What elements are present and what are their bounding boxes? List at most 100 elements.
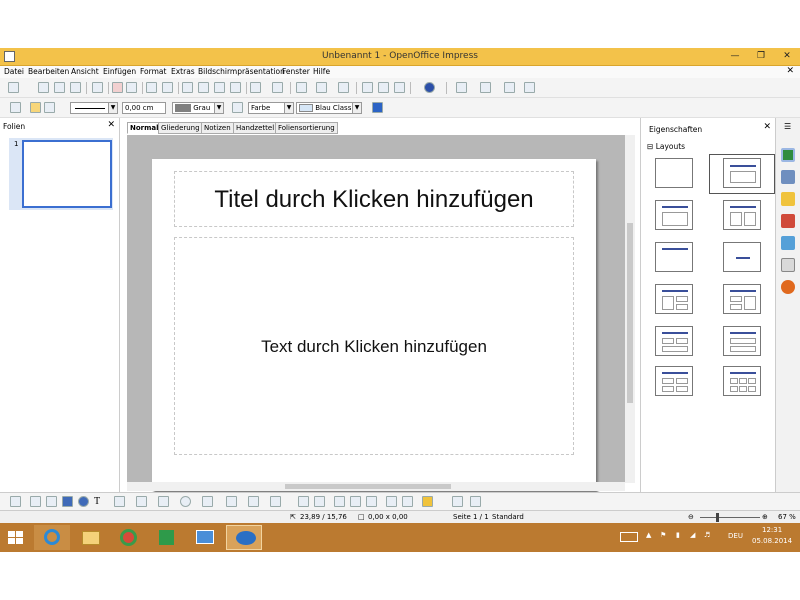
table-icon[interactable] bbox=[316, 82, 327, 93]
save-icon[interactable] bbox=[54, 82, 65, 93]
line-style-select[interactable]: ▼ bbox=[70, 102, 118, 114]
shadow-icon[interactable] bbox=[372, 102, 383, 113]
symbol-shapes-icon[interactable] bbox=[180, 496, 191, 507]
sidebar-menu-icon[interactable]: ☰ bbox=[784, 122, 791, 131]
internet-explorer-icon[interactable] bbox=[34, 525, 70, 550]
gallery-icon[interactable] bbox=[378, 82, 389, 93]
curve-icon[interactable] bbox=[114, 496, 125, 507]
interaction-icon[interactable] bbox=[470, 496, 481, 507]
custom-animation-icon[interactable] bbox=[781, 192, 795, 206]
scrollbar-thumb[interactable] bbox=[285, 484, 451, 489]
export-pdf-icon[interactable] bbox=[112, 82, 123, 93]
input-language[interactable]: DEU bbox=[728, 532, 743, 540]
slide-thumbnail[interactable] bbox=[22, 140, 112, 208]
area-style-select[interactable]: Farbe ▼ bbox=[248, 102, 294, 114]
line-color-select[interactable]: Grau ▼ bbox=[172, 102, 224, 114]
menu-bearbeiten[interactable]: Bearbeiten bbox=[28, 67, 69, 76]
close-properties-icon[interactable]: ✕ bbox=[763, 122, 771, 132]
rotate-icon[interactable] bbox=[366, 496, 377, 507]
callouts-icon[interactable] bbox=[248, 496, 259, 507]
close-window-button[interactable]: ✕ bbox=[780, 50, 794, 62]
tab-normal[interactable]: Normal bbox=[127, 122, 162, 134]
layout-title-content[interactable] bbox=[723, 158, 761, 188]
tab-foliensortierung[interactable]: Foliensortierung bbox=[275, 122, 338, 134]
gallery-deck-icon[interactable] bbox=[781, 258, 795, 272]
block-arrows-icon[interactable] bbox=[202, 496, 213, 507]
styles-deck-icon[interactable] bbox=[781, 236, 795, 250]
hyperlink-icon[interactable] bbox=[362, 82, 373, 93]
help-icon[interactable] bbox=[424, 82, 435, 93]
new-icon[interactable] bbox=[8, 82, 19, 93]
arrange-icon[interactable] bbox=[402, 496, 413, 507]
window-titlebar[interactable]: Unbenannt 1 - OpenOffice Impress — ❐ ✕ bbox=[0, 48, 800, 66]
vertical-scrollbar[interactable] bbox=[625, 135, 635, 483]
basic-shapes-icon[interactable] bbox=[158, 496, 169, 507]
openoffice-taskbar-icon[interactable] bbox=[226, 525, 262, 550]
new-slide-icon[interactable] bbox=[524, 82, 535, 93]
menu-fenster[interactable]: Fenster bbox=[282, 67, 310, 76]
spellcheck-icon[interactable] bbox=[146, 82, 157, 93]
autospellcheck-icon[interactable] bbox=[162, 82, 173, 93]
body-placeholder[interactable]: Text durch Klicken hinzufügen bbox=[174, 237, 574, 455]
navigator-icon[interactable] bbox=[338, 82, 349, 93]
network-icon[interactable]: ◢ bbox=[690, 531, 695, 539]
slide-show-icon[interactable] bbox=[504, 82, 515, 93]
edit-file-icon[interactable] bbox=[92, 82, 103, 93]
tab-notizen[interactable]: Notizen bbox=[201, 122, 234, 134]
menu-format[interactable]: Format bbox=[140, 67, 166, 76]
layout-blank[interactable] bbox=[655, 158, 693, 188]
align-icon[interactable] bbox=[386, 496, 397, 507]
copy-icon[interactable] bbox=[198, 82, 209, 93]
paste-icon[interactable] bbox=[214, 82, 225, 93]
select-icon[interactable] bbox=[10, 496, 21, 507]
layout-title-only[interactable] bbox=[655, 242, 693, 272]
slide-transition-icon[interactable] bbox=[781, 214, 795, 228]
layout-title-content-2[interactable] bbox=[655, 200, 693, 230]
minimize-button[interactable]: — bbox=[728, 50, 742, 62]
email-icon[interactable] bbox=[70, 82, 81, 93]
menu-bildschirmpraesentation[interactable]: Bildschirmpräsentation bbox=[198, 67, 285, 76]
layout-centered-text[interactable] bbox=[723, 242, 761, 272]
clock-date[interactable]: 05.08.2014 bbox=[752, 537, 792, 545]
layout-six-content[interactable] bbox=[723, 366, 761, 396]
scrollbar-thumb[interactable] bbox=[627, 223, 633, 403]
navigator-panel-icon[interactable] bbox=[394, 82, 405, 93]
layout-four-content[interactable] bbox=[655, 366, 693, 396]
slide[interactable]: Titel durch Klicken hinzufügen Text durc… bbox=[152, 159, 596, 491]
horizontal-scrollbar[interactable] bbox=[127, 482, 625, 491]
layout-two-content-left[interactable] bbox=[655, 284, 693, 314]
remote-desktop-icon[interactable] bbox=[186, 525, 222, 550]
flag-icon[interactable]: ⚑ bbox=[660, 531, 666, 539]
store-icon[interactable] bbox=[148, 525, 184, 550]
zoom-slider-handle[interactable] bbox=[716, 513, 719, 522]
menu-extras[interactable]: Extras bbox=[171, 67, 195, 76]
maximize-button[interactable]: ❐ bbox=[754, 50, 768, 62]
print-icon[interactable] bbox=[126, 82, 137, 93]
layout-stacked-content[interactable] bbox=[723, 326, 761, 356]
master-slides-icon[interactable] bbox=[781, 170, 795, 184]
slide-design-icon[interactable] bbox=[456, 82, 467, 93]
tab-gliederung[interactable]: Gliederung bbox=[158, 122, 203, 134]
show-hidden-icon[interactable]: ▲ bbox=[646, 531, 651, 539]
glue-points-icon[interactable] bbox=[314, 496, 325, 507]
gallery-tool-icon[interactable] bbox=[350, 496, 361, 507]
layout-two-content-right[interactable] bbox=[723, 284, 761, 314]
windows-start-icon[interactable] bbox=[0, 525, 36, 550]
stars-icon[interactable] bbox=[270, 496, 281, 507]
layouts-section[interactable]: ⊟ Layouts bbox=[647, 142, 685, 151]
rectangle-icon[interactable] bbox=[62, 496, 73, 507]
menu-hilfe[interactable]: Hilfe bbox=[313, 67, 330, 76]
text-tool-icon[interactable]: T bbox=[94, 496, 105, 507]
chart-icon[interactable] bbox=[296, 82, 307, 93]
menu-einfuegen[interactable]: Einfügen bbox=[103, 67, 136, 76]
from-file-icon[interactable] bbox=[334, 496, 345, 507]
line-width-field[interactable]: 0,00 cm bbox=[122, 102, 166, 114]
arrow-style-icon[interactable] bbox=[44, 102, 55, 113]
area-icon[interactable] bbox=[232, 102, 243, 113]
clock-time[interactable]: 12:31 bbox=[762, 526, 782, 534]
arrow-tool-icon[interactable] bbox=[46, 496, 57, 507]
menu-ansicht[interactable]: Ansicht bbox=[71, 67, 99, 76]
close-document-icon[interactable]: ✕ bbox=[786, 66, 794, 76]
chrome-icon[interactable] bbox=[110, 525, 146, 550]
toggle-extrusion-icon[interactable] bbox=[452, 496, 463, 507]
